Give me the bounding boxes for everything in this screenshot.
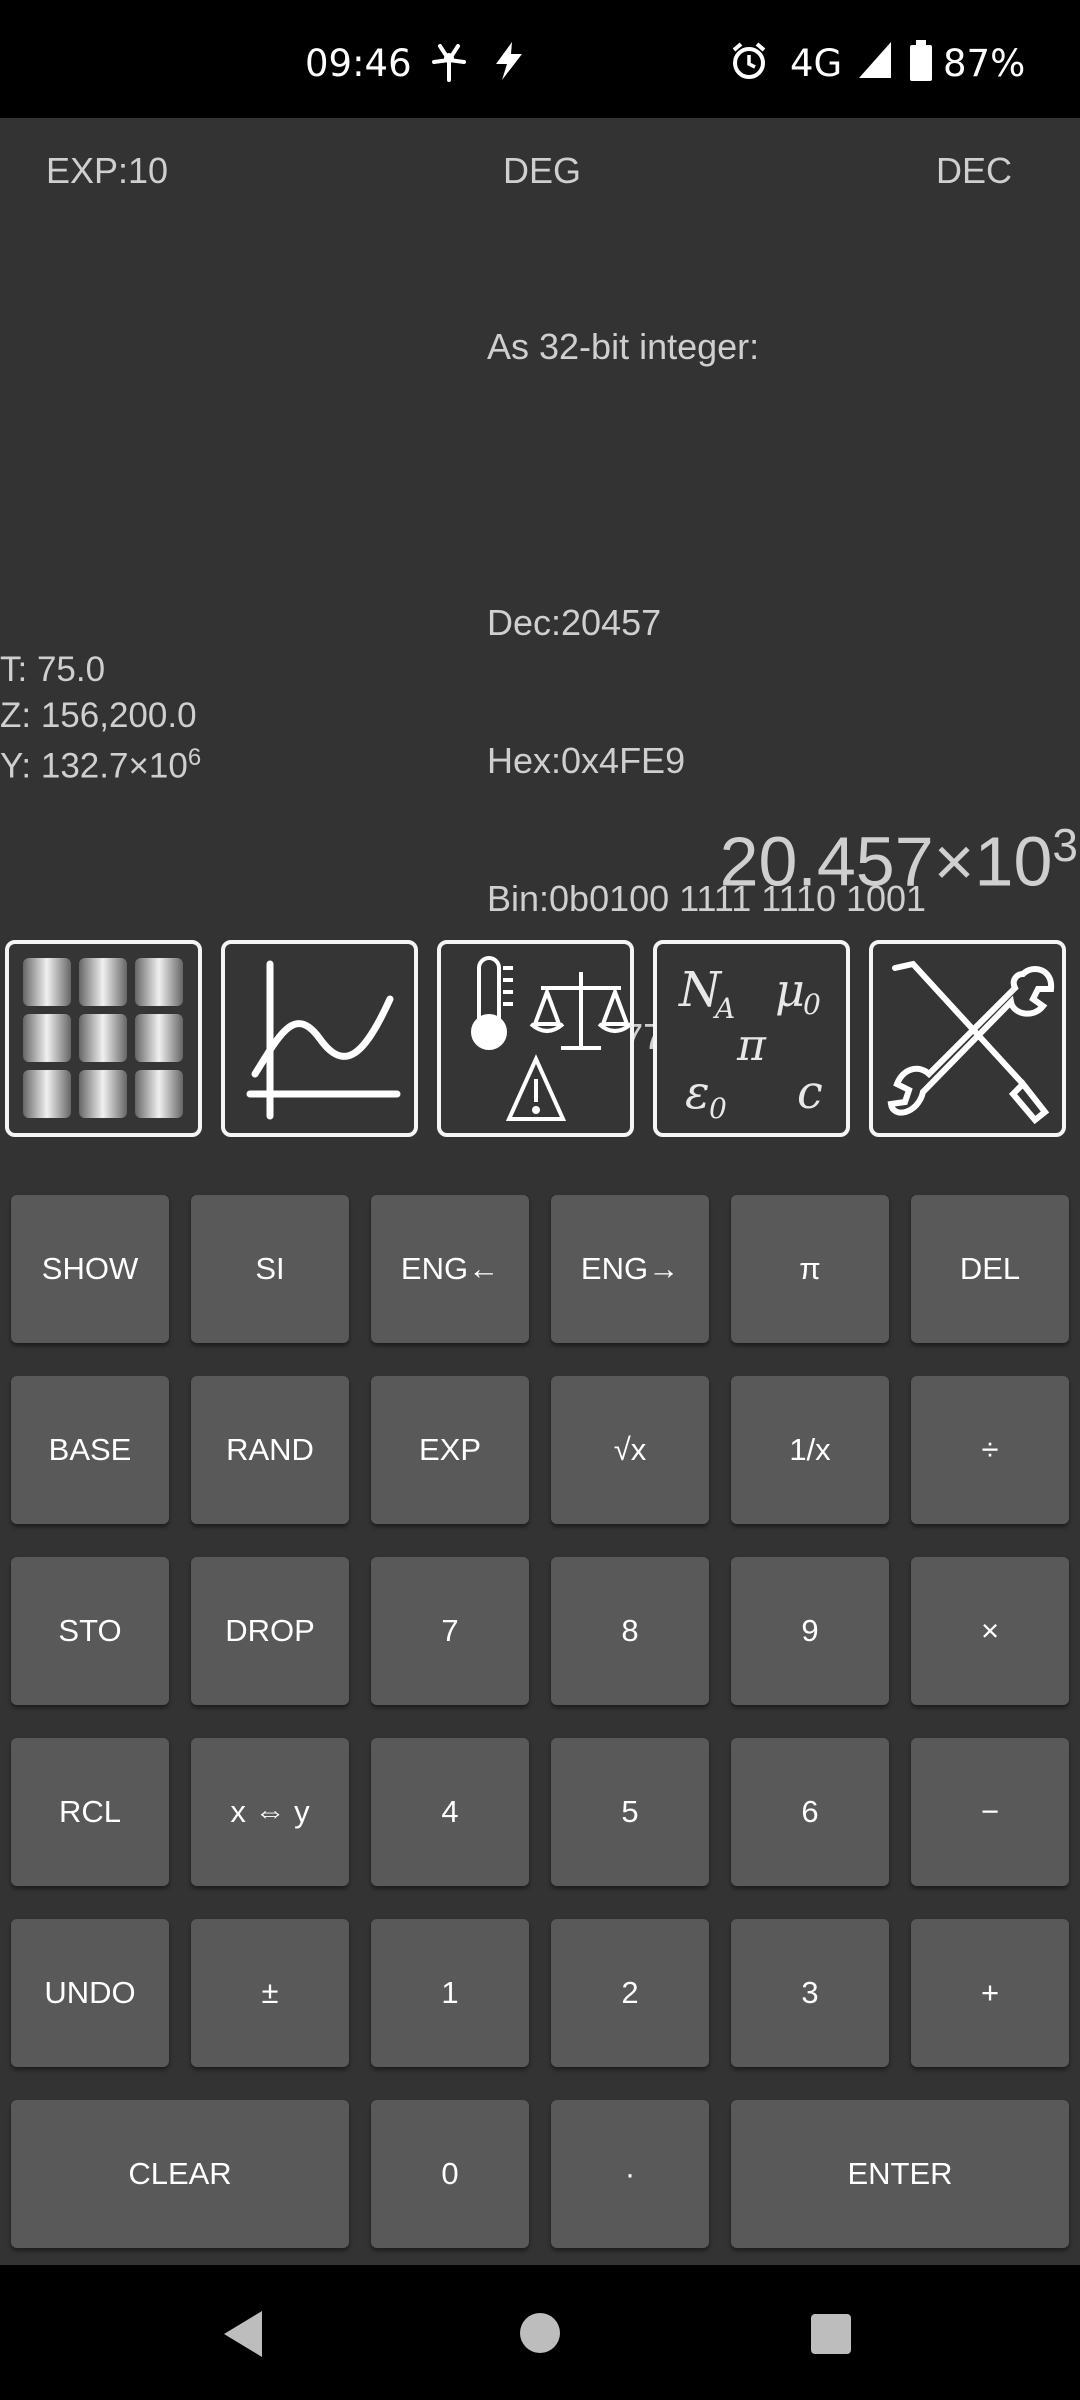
clear-key[interactable]: CLEAR [11,2100,349,2248]
settings-tools-button[interactable] [869,940,1066,1137]
digit-3-key[interactable]: 3 [731,1919,889,2067]
na-subscript: A [712,992,735,1025]
settings-tools-icon [887,960,1055,1125]
stack-t-register: T: 75.0 [0,650,106,689]
x-register-value: 20.457×10 [719,822,1053,901]
del-key[interactable]: DEL [911,1195,1069,1343]
status-bar: 09:46 4G 87% [0,0,1080,118]
alarm-icon [728,40,770,91]
stack-y-value: Y: 132.7×10 [0,746,188,786]
mu-symbol: μ [775,963,805,1017]
multiply-key[interactable]: × [911,1557,1069,1705]
base-mode-indicator: DEC [936,150,1013,191]
graph-menu-icon [246,960,401,1120]
rcl-key[interactable]: RCL [11,1738,169,1886]
reciprocal-key[interactable]: 1/x [731,1376,889,1524]
subtract-key[interactable]: − [911,1738,1069,1886]
back-icon[interactable] [222,2309,266,2364]
pi-symbol: π [736,1020,767,1071]
home-icon[interactable] [518,2311,562,2360]
digit-2-key[interactable]: 2 [551,1919,709,2067]
digit-4-key[interactable]: 4 [371,1738,529,1886]
recents-icon[interactable] [810,2313,852,2360]
constants-menu-button[interactable]: N A μ 0 π ε 0 c [653,940,850,1137]
bolt-icon [492,40,526,91]
status-time: 09:46 [305,42,412,85]
navigation-bar [0,2265,1080,2400]
x-register: 20.457×103 [720,818,1078,901]
base-key[interactable]: BASE [11,1376,169,1524]
eps-subscript: 0 [709,1092,727,1125]
stack-z-register: Z: 156,200.0 [0,696,197,735]
digit-6-key[interactable]: 6 [731,1738,889,1886]
si-key[interactable]: SI [191,1195,349,1343]
network-type: 4G [790,42,843,85]
decimal-point-key[interactable]: · [551,2100,709,2248]
eng-left-key[interactable]: ENG← [371,1195,529,1343]
battery-icon [908,40,934,91]
stack-y-register: Y: 132.7×106 [0,744,201,787]
x-register-exponent: 3 [1052,819,1078,871]
swap-xy-key[interactable]: x ⇔ y [191,1738,349,1886]
sqrt-key[interactable]: √x [551,1376,709,1524]
matrix-menu-button[interactable] [5,940,202,1137]
units-menu-button[interactable] [437,940,634,1137]
stack-y-exponent: 6 [187,744,202,771]
digit-0-key[interactable]: 0 [371,2100,529,2248]
enter-key[interactable]: ENTER [731,2100,1069,2248]
units-menu-icon [471,956,633,1121]
matrix-menu-icon [23,958,183,1118]
rand-key[interactable]: RAND [191,1376,349,1524]
digit-7-key[interactable]: 7 [371,1557,529,1705]
negate-key[interactable]: ± [191,1919,349,2067]
c-symbol: c [797,1065,823,1119]
graph-menu-button[interactable] [221,940,418,1137]
add-key[interactable]: + [911,1919,1069,2067]
drop-key[interactable]: DROP [191,1557,349,1705]
sto-key[interactable]: STO [11,1557,169,1705]
angle-mode-indicator: DEG [503,150,582,191]
pinwheel-icon [428,40,470,91]
digit-8-key[interactable]: 8 [551,1557,709,1705]
signal-icon [857,40,893,89]
digit-9-key[interactable]: 9 [731,1557,889,1705]
undo-key[interactable]: UNDO [11,1919,169,2067]
eng-right-key[interactable]: ENG→ [551,1195,709,1343]
divide-key[interactable]: ÷ [911,1376,1069,1524]
exp-key[interactable]: EXP [371,1376,529,1524]
constants-menu-icon: N A μ 0 π ε 0 c [678,962,823,1125]
mu-subscript: 0 [803,988,821,1021]
pi-key[interactable]: π [731,1195,889,1343]
eps-symbol: ε [685,1065,710,1119]
battery-percent: 87% [943,42,1026,85]
info-dec: Dec:20457 [487,602,662,643]
digit-1-key[interactable]: 1 [371,1919,529,2067]
info-hex: Hex:0x4FE9 [487,740,686,781]
info-header: As 32-bit integer: [487,326,760,367]
show-key[interactable]: SHOW [11,1195,169,1343]
exp-mode-indicator: EXP:10 [46,150,169,191]
digit-5-key[interactable]: 5 [551,1738,709,1886]
